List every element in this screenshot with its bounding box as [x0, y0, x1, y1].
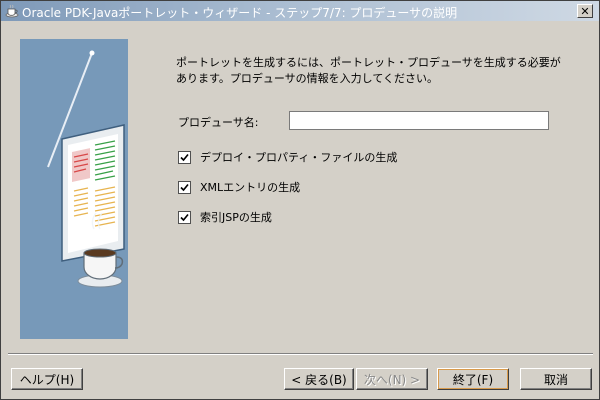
window-title: Oracle PDK-Javaポートレット・ウィザード - ステップ7/7: プ…	[22, 6, 458, 20]
back-button[interactable]: < 戻る(B)	[284, 368, 354, 390]
option-label: XMLエントリの生成	[200, 181, 301, 194]
button-separator	[8, 353, 593, 355]
option-label: 索引JSPの生成	[200, 211, 272, 224]
option-xml-entry[interactable]: XMLエントリの生成	[178, 179, 300, 195]
option-index-jsp[interactable]: 索引JSPの生成	[178, 209, 272, 225]
checkbox[interactable]	[178, 180, 191, 194]
close-icon: ✕	[580, 5, 590, 18]
wizard-window: Oracle PDK-Javaポートレット・ウィザード - ステップ7/7: プ…	[0, 0, 600, 400]
help-button[interactable]: ヘルプ(H)	[11, 368, 83, 390]
wizard-illustration	[20, 39, 128, 339]
title-bar: Oracle PDK-Javaポートレット・ウィザード - ステップ7/7: プ…	[1, 1, 599, 21]
checkmark-icon	[180, 153, 189, 161]
close-button[interactable]: ✕	[577, 4, 593, 18]
option-deploy-properties[interactable]: デプロイ・プロパティ・ファイルの生成	[178, 149, 397, 165]
option-label: デプロイ・プロパティ・ファイルの生成	[200, 151, 398, 164]
checkmark-icon	[180, 183, 189, 191]
description-text: ポートレットを生成するには、ポートレット・プロデューサを生成する必要があります。…	[176, 56, 561, 85]
cancel-button[interactable]: 取消	[520, 368, 592, 390]
finish-button[interactable]: 終了(F)	[437, 368, 509, 390]
coffee-cup-icon	[5, 4, 19, 18]
checkbox[interactable]	[178, 150, 191, 164]
producer-name-label: プロデューサ名:	[178, 116, 259, 129]
checkmark-icon	[180, 213, 189, 221]
wizard-panel: ポートレットを生成するには、ポートレット・プロデューサを生成する必要があります。…	[1, 22, 599, 360]
checkbox[interactable]	[178, 210, 191, 224]
producer-name-input[interactable]	[289, 111, 549, 130]
next-button[interactable]: 次へ(N) >	[356, 368, 428, 390]
